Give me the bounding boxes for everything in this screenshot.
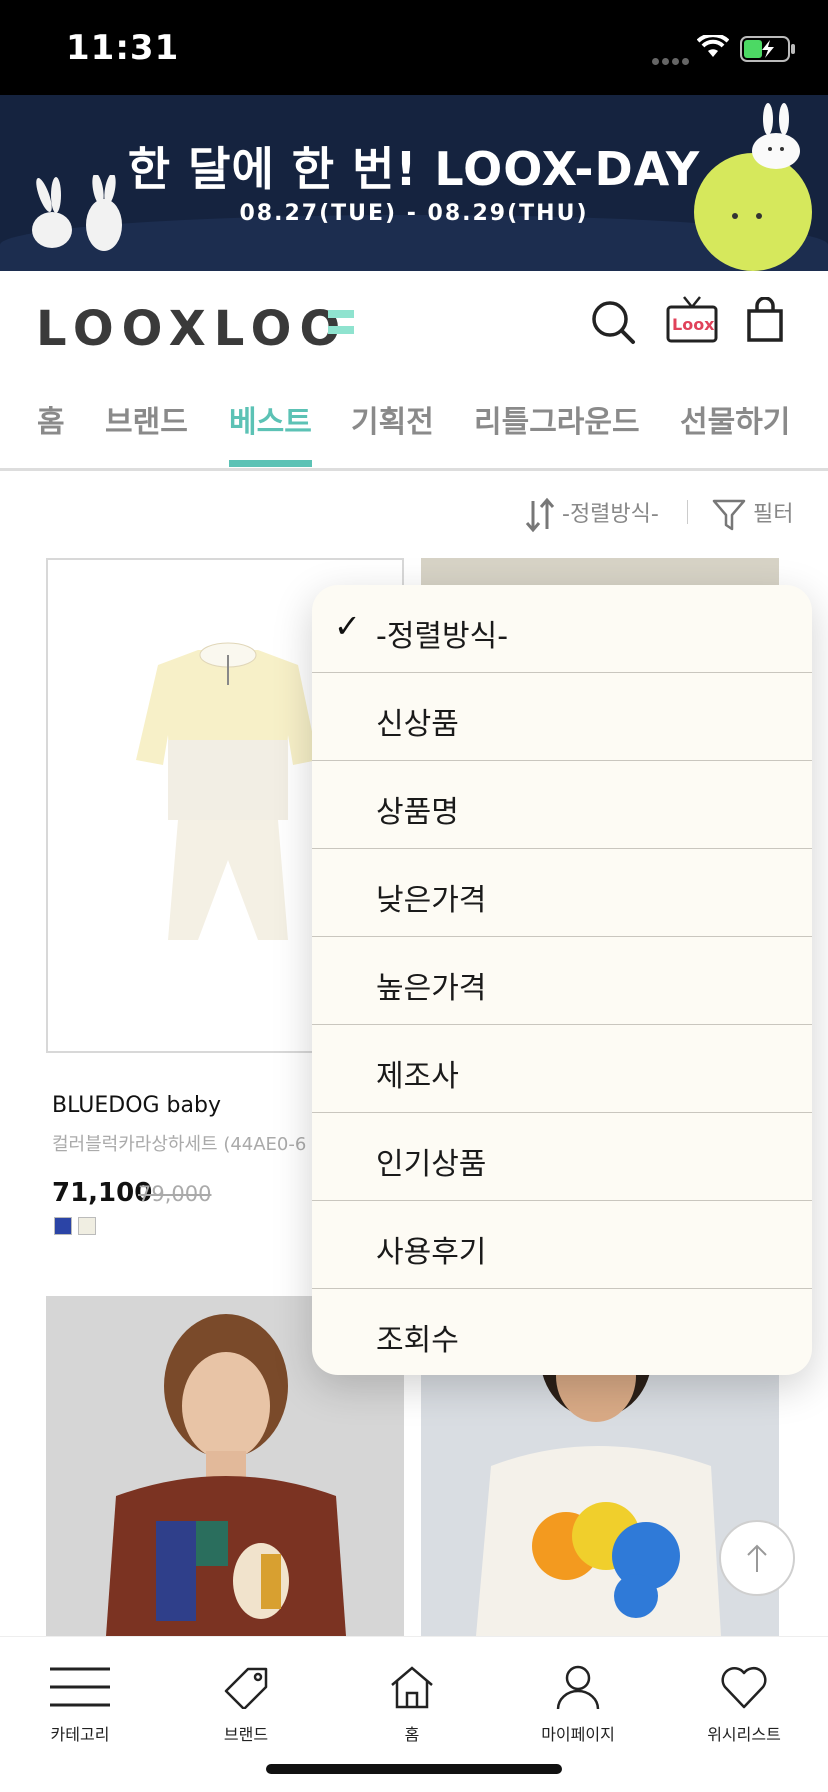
app-header: LOOXLOO Loox xyxy=(0,271,828,371)
shopping-bag-icon[interactable] xyxy=(746,297,784,343)
sort-option-label: 신상품 xyxy=(376,707,459,742)
tab-gift[interactable]: 선물하기 xyxy=(680,397,790,441)
active-tab-indicator xyxy=(229,460,312,467)
tabbar-wishlist[interactable]: 위시리스트 xyxy=(684,1665,804,1745)
sort-option-label: 낮은가격 xyxy=(376,883,487,918)
sort-option-name[interactable]: 상품명 xyxy=(312,761,812,849)
battery-icon xyxy=(740,36,795,62)
filter-button[interactable]: 필터 xyxy=(712,496,793,532)
sort-option-reviews[interactable]: 사용후기 xyxy=(312,1201,812,1289)
tab-exhibition[interactable]: 기획전 xyxy=(351,397,434,441)
menu-icon xyxy=(50,1667,110,1707)
color-swatch-cream[interactable] xyxy=(78,1217,96,1235)
product-brand: BLUEDOG baby xyxy=(52,1093,221,1118)
tabbar-label: 카테고리 xyxy=(50,1725,110,1744)
filter-funnel-icon xyxy=(712,499,746,531)
signal-icon xyxy=(652,50,692,69)
tab-brand[interactable]: 브랜드 xyxy=(105,397,188,441)
tabbar-label: 브랜드 xyxy=(223,1725,269,1744)
sort-label: -정렬방식- xyxy=(562,502,659,527)
sort-arrows-icon xyxy=(525,497,555,533)
sort-option-newest[interactable]: 신상품 xyxy=(312,673,812,761)
sort-button[interactable]: -정렬방식- xyxy=(525,496,659,533)
tag-icon xyxy=(224,1667,268,1711)
home-indicator[interactable] xyxy=(266,1764,562,1774)
product-name: 컬러블럭카라상하세트 (44AE0-6 xyxy=(52,1134,307,1155)
tabbar-label: 마이페이지 xyxy=(541,1725,615,1744)
filter-label: 필터 xyxy=(753,502,794,527)
color-swatch-blue[interactable] xyxy=(54,1217,72,1235)
sort-option-default[interactable]: ✓ -정렬방식- xyxy=(312,585,812,673)
sort-option-views[interactable]: 조회수 xyxy=(312,1289,812,1375)
person-icon xyxy=(556,1665,600,1710)
sort-option-label: -정렬방식- xyxy=(376,619,509,654)
tab-home[interactable]: 홈 xyxy=(37,397,65,441)
moon-rabbit-icon xyxy=(752,103,800,169)
sort-filter-bar: -정렬방식- 필터 xyxy=(0,474,828,554)
sort-option-popular[interactable]: 인기상품 xyxy=(312,1113,812,1201)
status-bar: 11:31 xyxy=(0,0,828,95)
tab-best[interactable]: 베스트 xyxy=(229,397,312,441)
arrow-up-icon xyxy=(747,1544,767,1572)
status-time: 11:31 xyxy=(66,28,180,68)
tabbar-label: 홈 xyxy=(404,1725,420,1744)
sort-option-label: 조회수 xyxy=(376,1323,459,1358)
tab-little-ground[interactable]: 리틀그라운드 xyxy=(474,397,640,441)
category-tabs: 홈 브랜드 베스트 기획전 리틀그라운드 선물하기 xyxy=(0,371,828,471)
loox-tv-icon[interactable]: Loox xyxy=(666,295,718,345)
looxloo-logo[interactable]: LOOXLOO xyxy=(36,301,348,357)
sort-option-label: 사용후기 xyxy=(376,1235,487,1270)
sort-option-manufacturer[interactable]: 제조사 xyxy=(312,1025,812,1113)
scroll-to-top-button[interactable] xyxy=(719,1520,795,1596)
sort-option-label: 상품명 xyxy=(376,795,459,830)
logo-mark-icon xyxy=(328,310,354,342)
heart-icon xyxy=(721,1666,767,1709)
promo-banner[interactable]: 한 달에 한 번! LOOX-DAY 08.27(TUE) - 08.29(TH… xyxy=(0,95,828,271)
toolbar-divider xyxy=(687,500,688,524)
tabbar-home[interactable]: 홈 xyxy=(352,1665,472,1745)
home-icon xyxy=(391,1666,433,1709)
sort-option-label: 높은가격 xyxy=(376,971,487,1006)
checkmark-icon: ✓ xyxy=(334,607,361,645)
tabbar-label: 위시리스트 xyxy=(707,1725,781,1744)
product-original-price: 79,000 xyxy=(138,1182,212,1206)
sort-dropdown-menu: ✓ -정렬방식- 신상품 상품명 낮은가격 높은가격 제조사 인기상품 사용후기… xyxy=(312,585,812,1375)
tabbar-brand[interactable]: 브랜드 xyxy=(186,1665,306,1745)
sort-option-low-price[interactable]: 낮은가격 xyxy=(312,849,812,937)
tabbar-category[interactable]: 카테고리 xyxy=(20,1665,140,1745)
sort-option-label: 제조사 xyxy=(376,1059,459,1094)
loox-tv-label: Loox xyxy=(672,315,715,334)
sort-option-label: 인기상품 xyxy=(376,1147,487,1182)
search-icon[interactable] xyxy=(590,299,636,345)
wifi-icon xyxy=(697,35,729,57)
tabbar-mypage[interactable]: 마이페이지 xyxy=(518,1665,638,1745)
sort-option-high-price[interactable]: 높은가격 xyxy=(312,937,812,1025)
